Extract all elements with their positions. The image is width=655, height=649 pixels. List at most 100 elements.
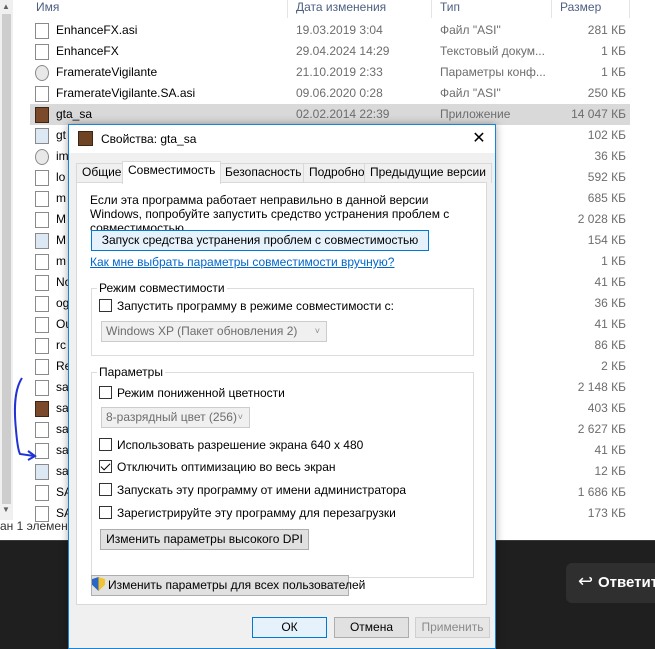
file-name: rc bbox=[56, 338, 66, 352]
checkbox-label: Режим пониженной цветности bbox=[117, 386, 285, 400]
file-name: m bbox=[56, 254, 66, 268]
shield-icon bbox=[92, 577, 105, 591]
file-size: 86 КБ bbox=[594, 338, 626, 352]
reduced-color-checkbox[interactable]: Режим пониженной цветности bbox=[99, 386, 285, 400]
exe-icon bbox=[35, 107, 49, 123]
file-icon bbox=[35, 275, 49, 291]
close-icon[interactable]: ✕ bbox=[463, 125, 495, 153]
file-name: sa bbox=[56, 380, 69, 394]
file-size: 2 148 КБ bbox=[577, 380, 626, 394]
file-icon bbox=[35, 44, 49, 60]
checkbox-box[interactable] bbox=[99, 438, 112, 451]
checkbox-box[interactable] bbox=[99, 386, 112, 399]
reply-label: Ответит bbox=[598, 574, 655, 591]
file-size: 102 КБ bbox=[587, 128, 626, 142]
file-name: sa bbox=[56, 401, 69, 415]
file-size: 14 047 КБ bbox=[571, 107, 626, 121]
file-size: 154 КБ bbox=[587, 233, 626, 247]
file-name: sa bbox=[56, 422, 69, 436]
tab-security[interactable]: Безопасность bbox=[219, 163, 308, 183]
file-type: Приложение bbox=[440, 107, 511, 121]
ok-button[interactable]: ОК bbox=[252, 617, 327, 638]
tab-compatibility[interactable]: Совместимость bbox=[122, 161, 222, 184]
file-type: Файл "ASI" bbox=[440, 23, 501, 37]
tab-details[interactable]: Подробно bbox=[303, 163, 371, 183]
checkbox-box[interactable] bbox=[99, 483, 112, 496]
app-icon bbox=[35, 233, 49, 249]
file-name: EnhanceFX bbox=[56, 44, 119, 58]
checkbox-label: Отключить оптимизацию во весь экран bbox=[117, 460, 336, 474]
font-icon bbox=[35, 128, 49, 144]
file-name: FramerateVigilante.SA.asi bbox=[56, 86, 196, 100]
chevron-down-icon: ˅ bbox=[314, 326, 320, 336]
file-type: Параметры конф... bbox=[440, 65, 546, 79]
file-icon bbox=[35, 170, 49, 186]
file-name: sa bbox=[56, 464, 69, 478]
blue-pen-annotation bbox=[13, 377, 37, 461]
compat-mode-checkbox[interactable]: Запустить программу в режиме совместимос… bbox=[99, 299, 394, 313]
file-name: M bbox=[56, 212, 66, 226]
file-row[interactable]: EnhanceFX 29.04.2024 14:29 Текстовый докум… bbox=[30, 41, 630, 62]
run-as-admin-checkbox[interactable]: Запускать эту программу от имени админис… bbox=[99, 483, 406, 497]
file-date: 19.03.2019 3:04 bbox=[296, 23, 383, 37]
high-dpi-button[interactable]: Изменить параметры высокого DPI bbox=[100, 529, 309, 550]
file-icon bbox=[35, 212, 49, 228]
checkbox-box[interactable] bbox=[99, 299, 112, 312]
file-size: 1 КБ bbox=[601, 44, 626, 58]
cancel-button[interactable]: Отмена bbox=[334, 617, 409, 638]
column-header-date[interactable]: Дата изменения bbox=[290, 0, 432, 18]
file-name: m bbox=[56, 191, 66, 205]
file-name: im bbox=[56, 149, 69, 163]
file-name: FramerateVigilante bbox=[56, 65, 158, 79]
file-size: 12 КБ bbox=[594, 464, 626, 478]
file-size: 2 КБ bbox=[601, 359, 626, 373]
tab-previous-versions[interactable]: Предыдущие версии bbox=[364, 163, 492, 183]
file-type: Текстовый докум... bbox=[440, 44, 545, 58]
chevron-down-icon: ˅ bbox=[237, 412, 243, 422]
file-row[interactable]: gta_sa 02.02.2014 22:39 Приложение 14 047 К… bbox=[30, 104, 630, 125]
file-size: 36 КБ bbox=[594, 149, 626, 163]
compat-mode-legend: Режим совместимости bbox=[97, 281, 227, 295]
file-row[interactable]: FramerateVigilante.SA.asi 09.06.2020 0:28… bbox=[30, 83, 630, 104]
res640-checkbox[interactable]: Использовать разрешение экрана 640 x 480 bbox=[99, 438, 363, 452]
gear-icon bbox=[35, 149, 49, 165]
checkbox-label: Запустить программу в режиме совместимос… bbox=[117, 299, 394, 313]
scroll-down-icon[interactable]: ▼ bbox=[2, 505, 10, 514]
file-size: 41 КБ bbox=[594, 443, 626, 457]
file-size: 2 627 КБ bbox=[577, 422, 626, 436]
file-name: gt bbox=[56, 128, 67, 142]
all-users-label: Изменить параметры для всех пользователе… bbox=[108, 578, 366, 592]
apply-button[interactable]: Применить bbox=[415, 617, 490, 638]
reply-arrow-icon: ↩ bbox=[578, 571, 594, 591]
file-size: 1 686 КБ bbox=[577, 485, 626, 499]
register-restart-checkbox[interactable]: Зарегистрируйте эту программу для переза… bbox=[99, 506, 396, 520]
column-header-size[interactable]: Размер bbox=[554, 0, 630, 18]
dialog-titlebar[interactable]: Свойства: gta_sa ✕ bbox=[69, 125, 495, 153]
manual-settings-link[interactable]: Как мне выбрать параметры совместимости … bbox=[90, 255, 394, 269]
column-header-name[interactable]: Имя bbox=[30, 0, 288, 18]
disable-fullscreen-opt-checkbox[interactable]: Отключить оптимизацию во весь экран bbox=[99, 460, 336, 474]
checkbox-box[interactable] bbox=[99, 506, 112, 519]
file-row[interactable]: EnhanceFX.asi 19.03.2019 3:04 Файл "ASI" 28… bbox=[30, 20, 630, 41]
file-date: 02.02.2014 22:39 bbox=[296, 107, 390, 121]
compatibility-page: Если эта программа работает неправильно … bbox=[76, 182, 487, 605]
file-row[interactable]: FramerateVigilante 21.10.2019 2:33 Парамет… bbox=[30, 62, 630, 83]
column-header-type[interactable]: Тип bbox=[434, 0, 552, 18]
file-icon bbox=[35, 338, 49, 354]
file-size: 1 КБ bbox=[601, 254, 626, 268]
scroll-up-icon[interactable]: ▲ bbox=[2, 2, 10, 11]
troubleshoot-button[interactable]: Запуск средства устранения проблем с сов… bbox=[91, 230, 429, 251]
checkbox-box-checked[interactable] bbox=[99, 460, 112, 473]
file-icon bbox=[35, 317, 49, 333]
tab-general[interactable]: Общие bbox=[76, 163, 128, 183]
file-date: 29.04.2024 14:29 bbox=[296, 44, 390, 58]
parameters-legend: Параметры bbox=[97, 365, 165, 379]
file-size: 592 КБ bbox=[587, 170, 626, 184]
file-name: M bbox=[56, 233, 66, 247]
checkbox-label: Запускать эту программу от имени админис… bbox=[117, 483, 407, 497]
file-size: 41 КБ bbox=[594, 317, 626, 331]
color-depth-select: 8-разрядный цвет (256) ˅ bbox=[101, 407, 250, 428]
intro-text: Если эта программа работает неправильно … bbox=[90, 193, 450, 235]
file-icon bbox=[35, 254, 49, 270]
all-users-button[interactable]: Изменить параметры для всех пользователе… bbox=[91, 575, 365, 596]
